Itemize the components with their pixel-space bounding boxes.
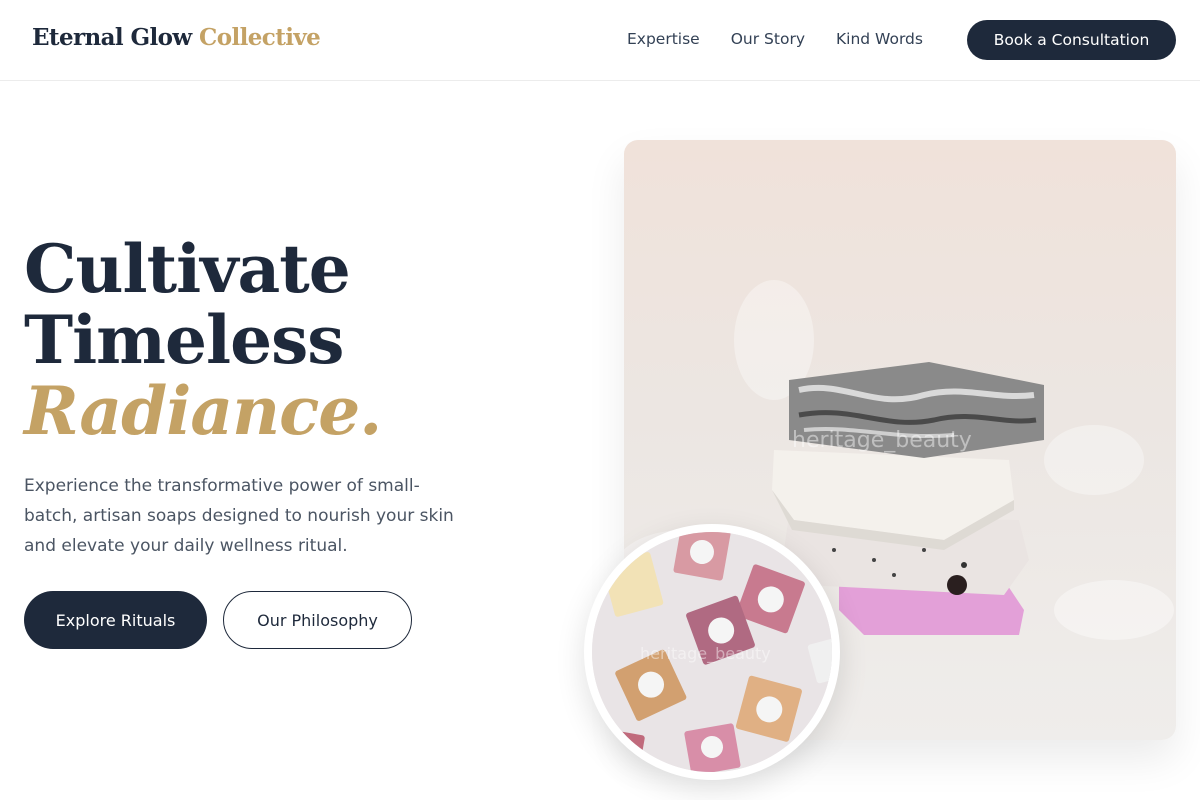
logo-accent-text: Collective	[199, 24, 321, 51]
scattered-soaps-circle-image: heritage_beauty	[584, 524, 840, 780]
headline-accent: Radiance.	[24, 372, 382, 450]
main-nav: Expertise Our Story Kind Words	[627, 28, 954, 50]
headline-line-1: Cultivate	[24, 230, 351, 308]
logo-main-text: Eternal Glow	[32, 24, 192, 51]
explore-rituals-button[interactable]: Explore Rituals	[24, 591, 207, 649]
nav-link-our-story[interactable]: Our Story	[731, 28, 805, 50]
our-philosophy-button[interactable]: Our Philosophy	[223, 591, 412, 649]
headline-line-2: Timeless	[24, 301, 344, 379]
nav-link-expertise[interactable]: Expertise	[627, 28, 700, 50]
hero-image-watermark: heritage_beauty	[792, 428, 972, 453]
nav-link-kind-words[interactable]: Kind Words	[836, 28, 923, 50]
hero-headline: Cultivate Timeless Radiance.	[24, 230, 382, 450]
hero-description: Experience the transformative power of s…	[24, 476, 454, 556]
book-consultation-button[interactable]: Book a Consultation	[967, 20, 1176, 60]
brand-logo[interactable]: Eternal Glow Collective	[32, 24, 321, 51]
site-header: Eternal Glow Collective Expertise Our St…	[0, 0, 1200, 81]
circle-image-watermark: heritage_beauty	[640, 644, 771, 663]
